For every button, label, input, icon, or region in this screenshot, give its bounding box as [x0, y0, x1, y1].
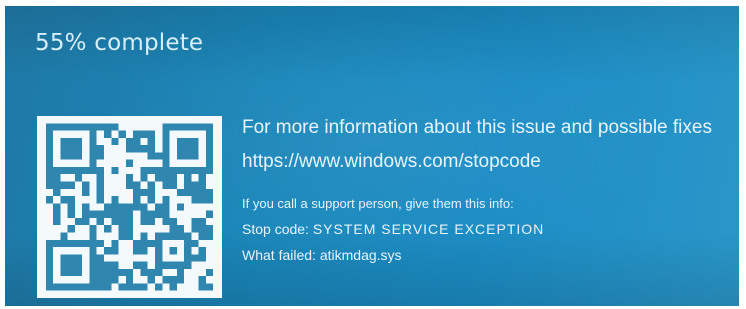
more-info-text: For more information about this issue an…	[242, 117, 712, 138]
qr-code-icon	[37, 116, 222, 298]
support-instructions: If you call a support person, give them …	[242, 196, 514, 211]
bsod-screen: 55% complete For more information about …	[5, 6, 739, 306]
stop-code-value: SYSTEM SERVICE EXCEPTION	[312, 221, 545, 237]
qr-code-graphic	[38, 116, 221, 298]
error-info-panel: For more information about this issue an…	[242, 116, 739, 264]
stop-code-label: Stop code:	[242, 221, 309, 237]
what-failed-value: atikmdag.sys	[319, 247, 402, 263]
what-failed-label: What failed:	[242, 247, 316, 263]
progress-percentage: 55% complete	[35, 30, 204, 56]
what-failed-row: What failed: atikmdag.sys	[242, 247, 739, 264]
stopcode-url: https://www.windows.com/stopcode	[242, 151, 541, 172]
stop-code-row: Stop code: SYSTEM SERVICE EXCEPTION	[242, 221, 739, 238]
